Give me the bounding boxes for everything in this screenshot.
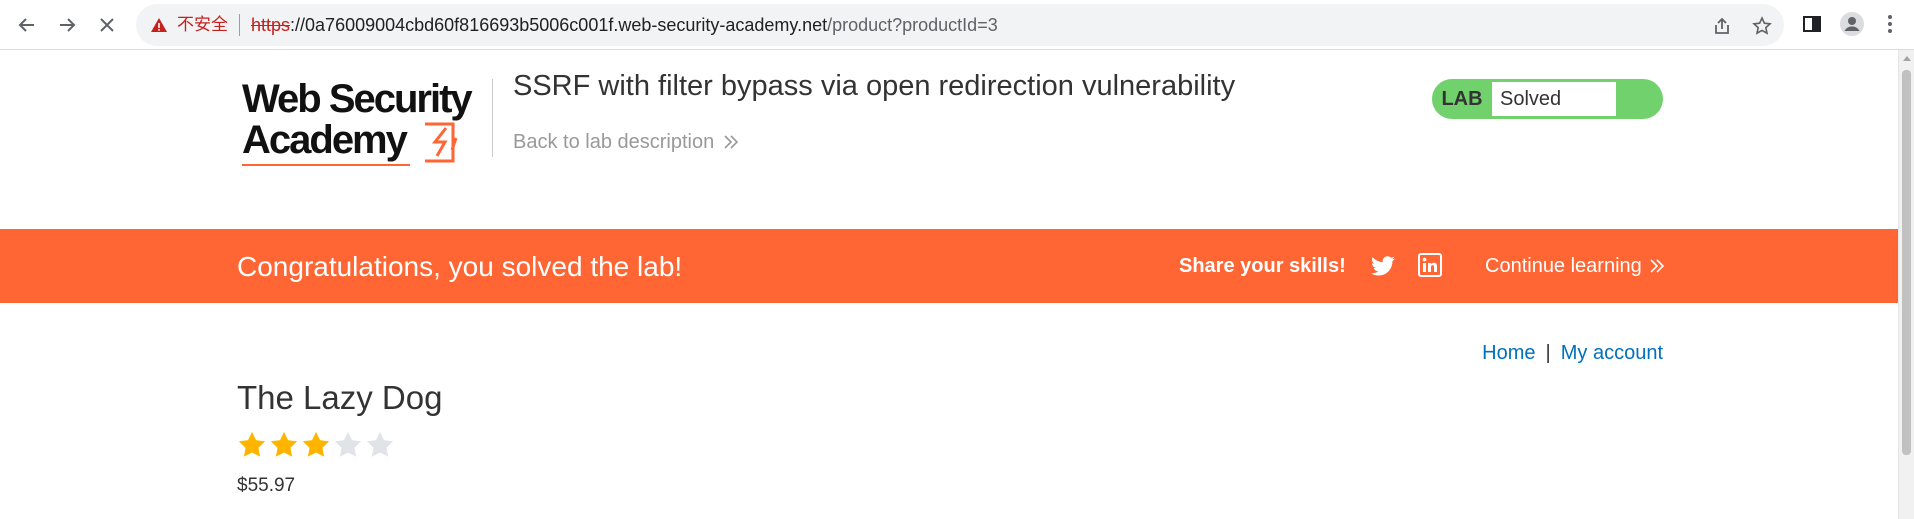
continue-learning-label: Continue learning (1485, 255, 1642, 277)
home-link[interactable]: Home (1482, 342, 1535, 364)
my-account-link[interactable]: My account (1561, 342, 1663, 364)
lab-status-text: Solved (1492, 82, 1616, 116)
star-filled-icon (238, 431, 266, 457)
product-title: The Lazy Dog (237, 379, 443, 416)
forward-icon[interactable] (52, 10, 82, 40)
lab-title: SSRF with filter bypass via open redirec… (513, 70, 1236, 102)
browser-toolbar: 不安全 https://0a76009004cbd60f816693b5006c… (0, 0, 1914, 50)
profile-icon[interactable] (1840, 12, 1864, 36)
logo-underline (242, 164, 410, 166)
star-filled-icon (270, 431, 298, 457)
product-price: $55.97 (237, 475, 296, 496)
menu-icon[interactable] (1878, 12, 1902, 36)
star-filled-icon (302, 431, 330, 457)
share-icon[interactable] (1711, 15, 1733, 37)
continue-learning-link[interactable]: Continue learning (1485, 254, 1664, 278)
solved-notification-banner: Congratulations, you solved the lab! Sha… (0, 229, 1898, 303)
linkedin-icon[interactable] (1418, 253, 1442, 277)
twitter-icon[interactable] (1370, 253, 1396, 279)
logo-line1: Web Security (242, 77, 473, 121)
web-security-academy-logo[interactable]: Web Security Academy (237, 76, 489, 171)
congratulations-message: Congratulations, you solved the lab! (237, 251, 683, 282)
star-icon[interactable] (1751, 15, 1773, 37)
double-chevron-right-icon (1650, 259, 1664, 273)
address-bar[interactable]: 不安全 https://0a76009004cbd60f816693b5006c… (136, 4, 1784, 46)
back-icon[interactable] (12, 10, 42, 40)
top-links: Home | My account (1475, 341, 1663, 365)
page-scrollbar[interactable] (1898, 50, 1914, 519)
back-link-label: Back to lab description (513, 131, 715, 153)
warning-icon (151, 18, 167, 32)
lab-status-widget: LAB Solved (1432, 79, 1663, 119)
url-host: ://0a76009004cbd60f816693b5006c001f.web-… (290, 15, 828, 35)
double-chevron-right-icon (724, 135, 739, 149)
header-divider (492, 79, 493, 157)
url-path: /product?productId=3 (827, 15, 998, 35)
security-label[interactable]: 不安全 (177, 15, 228, 35)
omnibox-divider (239, 14, 240, 36)
star-empty-icon (334, 431, 362, 457)
product-rating (237, 430, 395, 460)
logo-lightning-icon (425, 122, 458, 163)
logo-line2: Academy (242, 118, 408, 162)
star-empty-icon (366, 431, 394, 457)
url-scheme: https (251, 15, 291, 35)
back-to-lab-link[interactable]: Back to lab description (513, 130, 739, 154)
scroll-thumb[interactable] (1902, 70, 1911, 455)
stop-icon[interactable] (92, 10, 122, 40)
scroll-up-icon[interactable] (1903, 56, 1911, 61)
lab-label: LAB (1441, 87, 1483, 110)
url-text[interactable]: https://0a76009004cbd60f816693b5006c001f… (251, 14, 998, 36)
side-panel-icon[interactable] (1800, 12, 1824, 36)
share-skills-label: Share your skills! (1179, 255, 1346, 277)
nav-separator: | (1545, 342, 1551, 364)
page: 不安全 https://0a76009004cbd60f816693b5006c… (0, 0, 1914, 519)
